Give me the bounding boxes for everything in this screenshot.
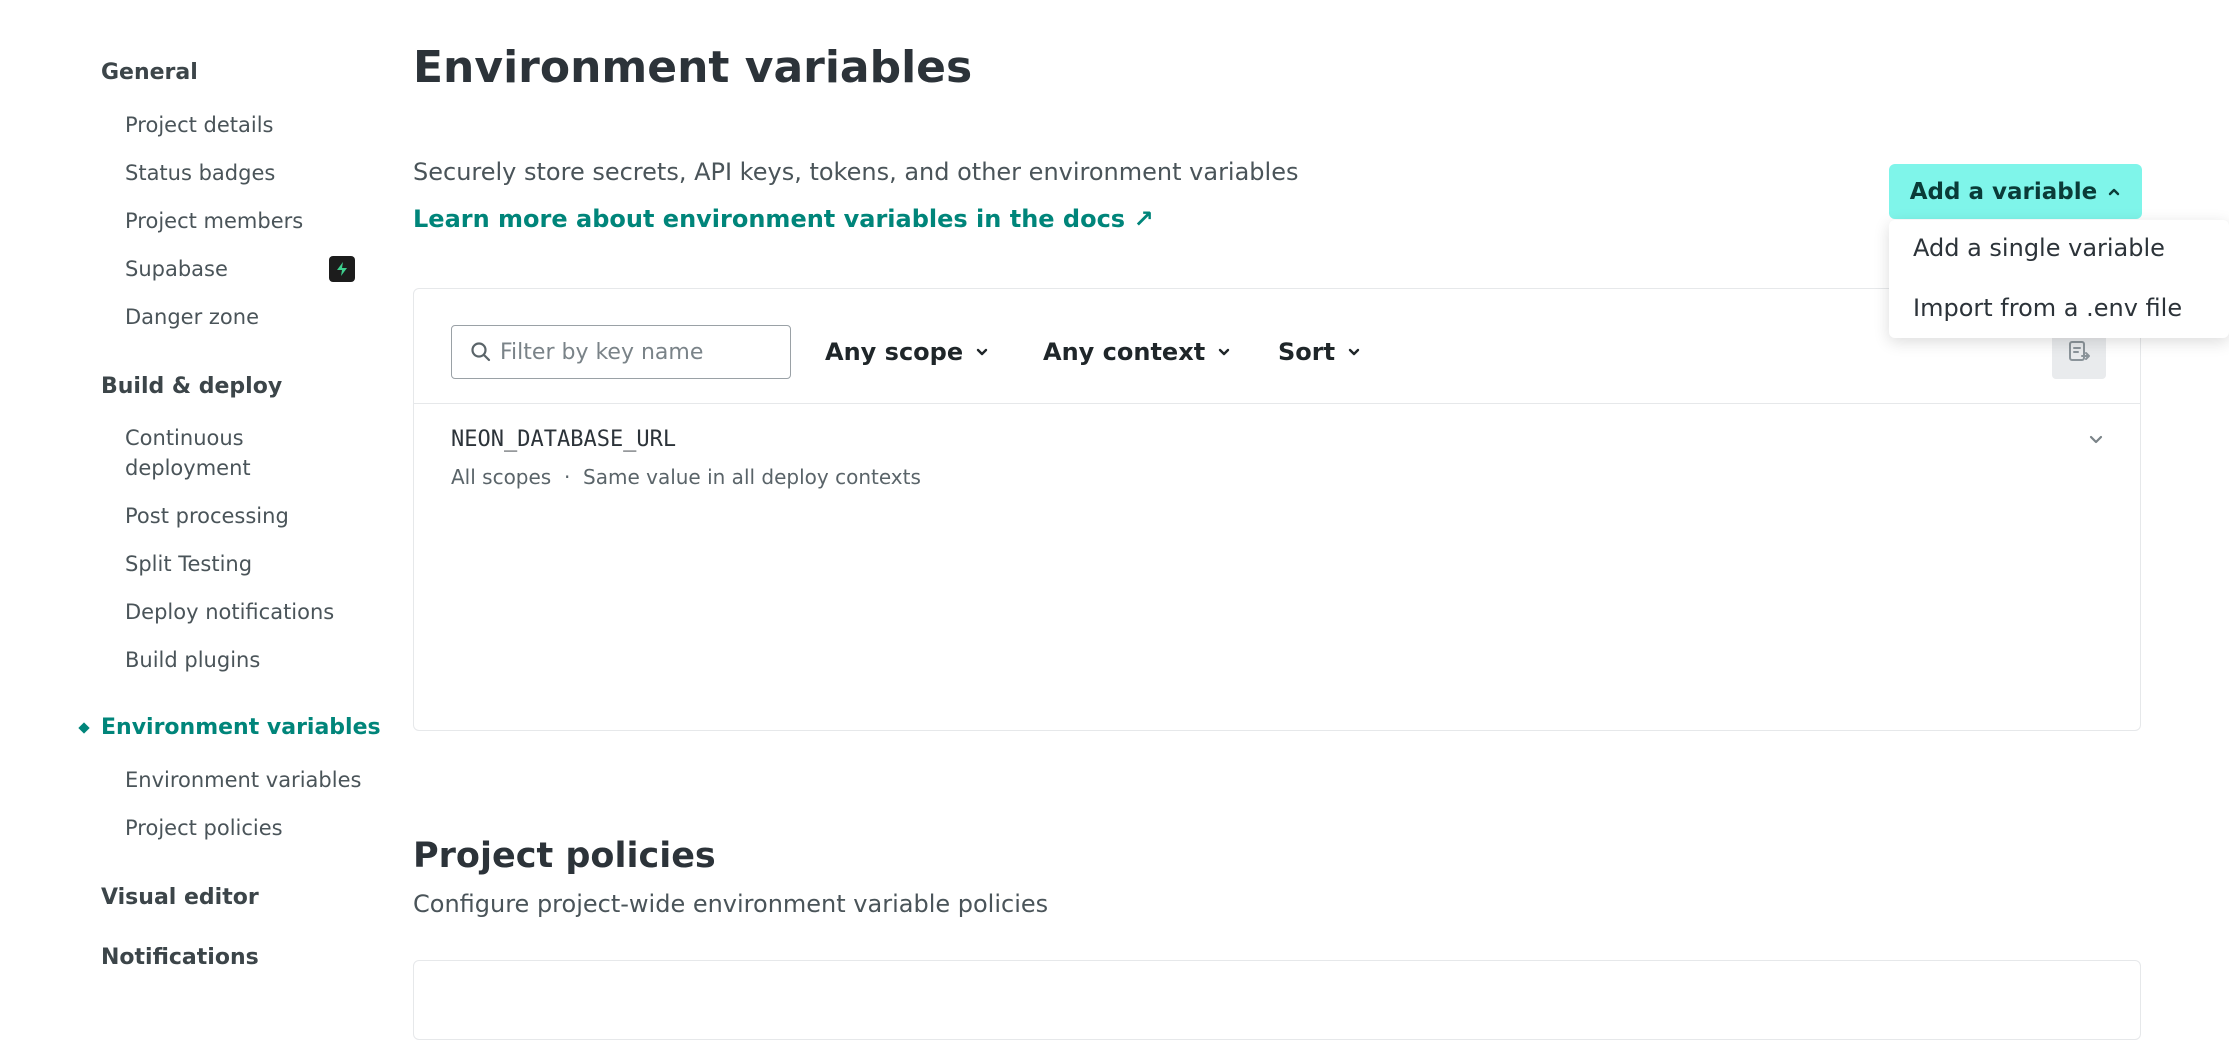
settings-sidebar: General Project details Status badges Pr… bbox=[0, 0, 381, 993]
sidebar-item-project-members[interactable]: Project members bbox=[125, 206, 303, 236]
add-variable-button[interactable]: Add a variable bbox=[1889, 164, 2142, 219]
copy-file-icon bbox=[2069, 341, 2090, 361]
sidebar-group-build-deploy[interactable]: Build & deploy bbox=[101, 374, 282, 399]
variables-card: Any scope Any context Sort NEON bbox=[413, 288, 2141, 731]
sidebar-item-supabase[interactable]: Supabase bbox=[125, 254, 228, 284]
scope-dropdown[interactable]: Any scope bbox=[825, 327, 989, 377]
variable-row[interactable]: NEON_DATABASE_URL All scopes · Same valu… bbox=[414, 403, 2140, 513]
filter-input[interactable] bbox=[500, 326, 780, 378]
variables-toolbar: Any scope Any context Sort bbox=[414, 289, 2140, 404]
chevron-down-icon bbox=[976, 348, 988, 356]
scope-dropdown-label: Any scope bbox=[825, 338, 964, 366]
filter-field bbox=[451, 325, 791, 379]
sort-dropdown[interactable]: Sort bbox=[1278, 327, 1361, 377]
add-variable-label: Add a variable bbox=[1909, 178, 2098, 205]
supabase-icon bbox=[329, 256, 355, 282]
sidebar-item-build-plugins[interactable]: Build plugins bbox=[125, 645, 260, 675]
menu-item-add-single-variable[interactable]: Add a single variable bbox=[1913, 234, 2165, 262]
sort-dropdown-label: Sort bbox=[1278, 338, 1336, 366]
policies-description: Configure project-wide environment varia… bbox=[413, 890, 1049, 918]
context-dropdown-label: Any context bbox=[1043, 338, 1206, 366]
chevron-up-icon bbox=[2109, 188, 2120, 195]
sidebar-item-environment-variables[interactable]: Environment variables bbox=[125, 765, 361, 795]
chevron-down-icon[interactable] bbox=[2086, 429, 2106, 449]
policies-card bbox=[413, 960, 2141, 1040]
sidebar-item-deploy-notifications[interactable]: Deploy notifications bbox=[125, 597, 334, 627]
sidebar-group-notifications[interactable]: Notifications bbox=[101, 945, 259, 970]
policies-title: Project policies bbox=[413, 836, 716, 876]
sidebar-group-environment-variables[interactable]: Environment variables bbox=[101, 715, 381, 740]
page-description: Securely store secrets, API keys, tokens… bbox=[413, 158, 1299, 186]
context-dropdown[interactable]: Any context bbox=[1043, 327, 1231, 377]
chevron-down-icon bbox=[1218, 348, 1230, 356]
sidebar-item-status-badges[interactable]: Status badges bbox=[125, 158, 275, 188]
sidebar-item-project-policies[interactable]: Project policies bbox=[125, 813, 283, 843]
variable-meta: All scopes · Same value in all deploy co… bbox=[451, 465, 921, 489]
sidebar-group-visual-editor[interactable]: Visual editor bbox=[101, 885, 259, 910]
sidebar-item-post-processing[interactable]: Post processing bbox=[125, 501, 289, 531]
active-indicator-icon bbox=[78, 722, 90, 734]
sidebar-item-danger-zone[interactable]: Danger zone bbox=[125, 302, 259, 332]
chevron-down-icon bbox=[1348, 348, 1360, 356]
sidebar-group-general[interactable]: General bbox=[101, 60, 198, 85]
page-title: Environment variables bbox=[413, 42, 973, 93]
sidebar-item-split-testing[interactable]: Split Testing bbox=[125, 549, 252, 579]
add-variable-menu: Add a single variable Import from a .env… bbox=[1889, 220, 2229, 338]
variable-key: NEON_DATABASE_URL bbox=[451, 427, 677, 452]
search-icon bbox=[471, 342, 491, 362]
sidebar-item-project-details[interactable]: Project details bbox=[125, 110, 274, 140]
docs-link[interactable]: Learn more about environment variables i… bbox=[413, 205, 1154, 233]
sidebar-item-continuous-deployment[interactable]: Continuous deployment bbox=[125, 423, 275, 483]
menu-item-import-env-file[interactable]: Import from a .env file bbox=[1913, 294, 2182, 322]
